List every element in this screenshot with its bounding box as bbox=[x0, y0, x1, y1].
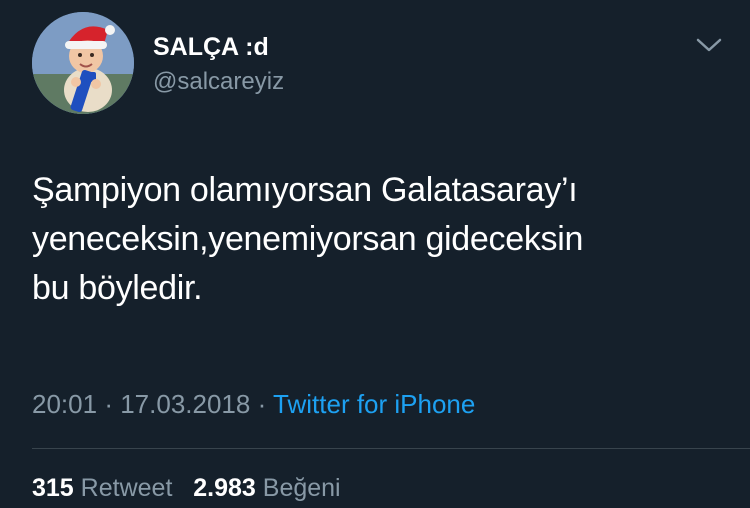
user-avatar[interactable] bbox=[32, 12, 134, 114]
tweet-time: 20:01 bbox=[32, 389, 98, 419]
retweet-count: 315 bbox=[32, 474, 74, 502]
retweets-stat[interactable]: 315 Retweet bbox=[32, 474, 179, 502]
tweet-date: 17.03.2018 bbox=[120, 389, 251, 419]
retweet-label: Retweet bbox=[80, 474, 173, 502]
like-count: 2.983 bbox=[193, 474, 256, 502]
user-handle[interactable]: @salcareyiz bbox=[153, 68, 284, 96]
meta-separator: · bbox=[257, 389, 267, 419]
display-name[interactable]: SALÇA :d bbox=[153, 33, 269, 62]
tweet-text: Şampiyon olamıyorsan Galatasaray’ı yenec… bbox=[32, 171, 584, 307]
likes-stat[interactable]: 2.983 Beğeni bbox=[193, 474, 340, 502]
like-label: Beğeni bbox=[262, 474, 341, 502]
tweet-metadata: 20:01 · 17.03.2018 · Twitter for iPhone bbox=[32, 389, 475, 420]
chevron-down-icon[interactable] bbox=[694, 34, 724, 56]
divider bbox=[32, 448, 750, 449]
tweet-source-link[interactable]: Twitter for iPhone bbox=[273, 389, 475, 419]
avatar-photo-icon bbox=[32, 12, 134, 114]
engagement-stats: 315 Retweet 2.983 Beğeni bbox=[32, 474, 341, 503]
tweet-detail: SALÇA :d @salcareyiz Şampiyon olamıyorsa… bbox=[0, 0, 750, 508]
meta-separator: · bbox=[104, 389, 113, 419]
